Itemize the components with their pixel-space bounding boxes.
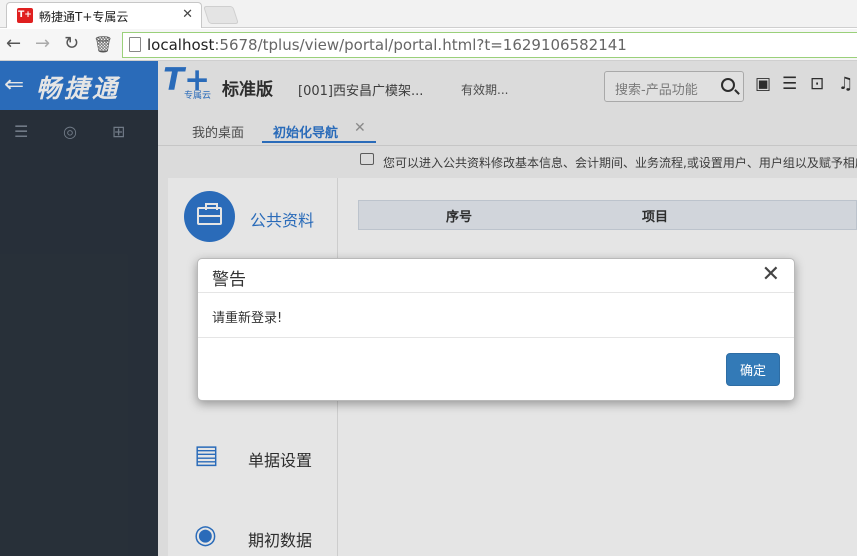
tab-close-icon[interactable]: ✕	[182, 7, 193, 22]
dialog-message: 请重新登录!	[212, 311, 283, 326]
favicon-icon: T+	[17, 8, 33, 23]
reload-icon[interactable]: ↻	[64, 33, 79, 54]
page-icon	[129, 37, 141, 52]
browser-toolbar: ← → ↻ 🗑 localhost:5678/tplus/view/portal…	[0, 29, 857, 61]
browser-tab[interactable]: T+ 畅捷通T+专属云 ✕	[6, 2, 202, 28]
address-bar[interactable]: localhost:5678/tplus/view/portal/portal.…	[122, 32, 857, 58]
url-text: localhost:5678/tplus/view/portal/portal.…	[147, 36, 627, 54]
ok-button[interactable]: 确定	[726, 353, 780, 386]
new-tab-button[interactable]	[203, 6, 239, 24]
browser-tab-strip: T+ 畅捷通T+专属云 ✕	[0, 0, 857, 28]
dialog-divider	[198, 337, 794, 338]
browser-tab-title: 畅捷通T+专属云	[39, 10, 129, 24]
dialog-divider	[198, 292, 794, 293]
forward-icon[interactable]: →	[35, 33, 50, 54]
alert-dialog: 警告 ✕ 请重新登录! 确定	[197, 258, 795, 401]
back-icon[interactable]: ←	[6, 33, 21, 54]
trash-icon[interactable]: 🗑	[93, 35, 113, 54]
dialog-title: 警告	[212, 270, 246, 290]
dialog-close-icon[interactable]: ✕	[762, 261, 780, 287]
